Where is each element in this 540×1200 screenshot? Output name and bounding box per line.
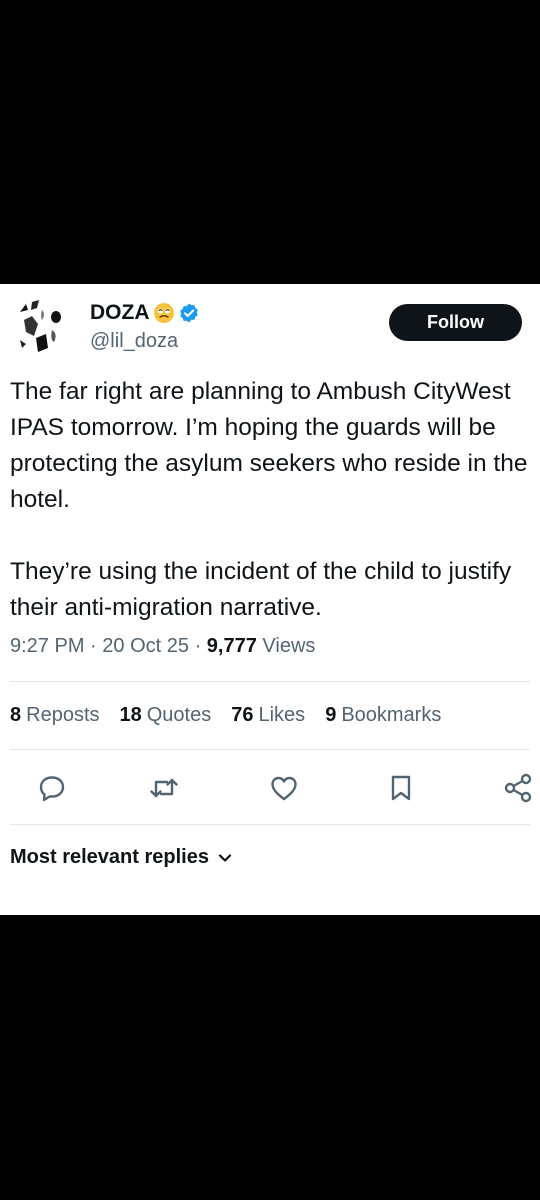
emoji-face-icon (153, 303, 174, 323)
separator: · (194, 635, 202, 657)
separator: · (90, 635, 97, 657)
bookmarks-stat[interactable]: 9 Bookmarks (325, 704, 441, 727)
bookmarks-label: Bookmarks (341, 704, 442, 726)
repost-icon (150, 778, 178, 798)
follow-button[interactable]: Follow (389, 304, 522, 341)
engagement-stats: 8 Reposts 18 Quotes 76 Likes 9 Bookmarks (10, 704, 441, 727)
tweet-date[interactable]: 20 Oct 25 (102, 635, 189, 657)
author-name[interactable]: DOZA (90, 301, 150, 325)
quotes-count: 18 (119, 704, 142, 726)
replies-sort-dropdown[interactable]: Most relevant replies (10, 846, 233, 869)
tweet-metadata: 9:27 PM · 20 Oct 25 · 9,777 Views (10, 635, 315, 658)
tweet-card: DOZA @lil_doza Follow The far right are … (0, 284, 540, 915)
tweet-text: The far right are planning to Ambush Cit… (10, 378, 528, 621)
reposts-label: Reposts (26, 704, 100, 726)
bookmark-icon (391, 775, 411, 801)
avatar[interactable] (12, 296, 74, 358)
share-button[interactable] (500, 770, 536, 806)
views-label: Views (262, 635, 316, 657)
reply-icon (39, 776, 65, 802)
like-button[interactable] (266, 770, 302, 806)
like-icon (271, 776, 297, 801)
quotes-stat[interactable]: 18 Quotes (120, 704, 212, 727)
divider (10, 681, 530, 682)
likes-stat[interactable]: 76 Likes (231, 704, 305, 727)
verified-badge-icon (179, 303, 198, 323)
bookmark-button[interactable] (383, 770, 419, 806)
divider (10, 824, 530, 825)
action-bar (0, 770, 540, 806)
divider (10, 749, 530, 750)
tweet-time[interactable]: 9:27 PM (10, 635, 84, 657)
author-handle[interactable]: @lil_doza (90, 330, 178, 353)
quotes-label: Quotes (146, 704, 212, 726)
share-icon (504, 773, 532, 803)
reposts-count: 8 (10, 704, 22, 726)
reply-button[interactable] (34, 770, 70, 806)
repost-button[interactable] (146, 770, 182, 806)
avatar-image (12, 296, 74, 358)
replies-sort-label: Most relevant replies (10, 846, 209, 868)
views-count: 9,777 (206, 635, 257, 657)
likes-label: Likes (258, 704, 306, 726)
likes-count: 76 (231, 704, 254, 726)
author-name-row[interactable]: DOZA (90, 301, 200, 325)
chevron-down-icon (218, 853, 232, 862)
bookmarks-count: 9 (325, 704, 337, 726)
reposts-stat[interactable]: 8 Reposts (10, 704, 100, 727)
